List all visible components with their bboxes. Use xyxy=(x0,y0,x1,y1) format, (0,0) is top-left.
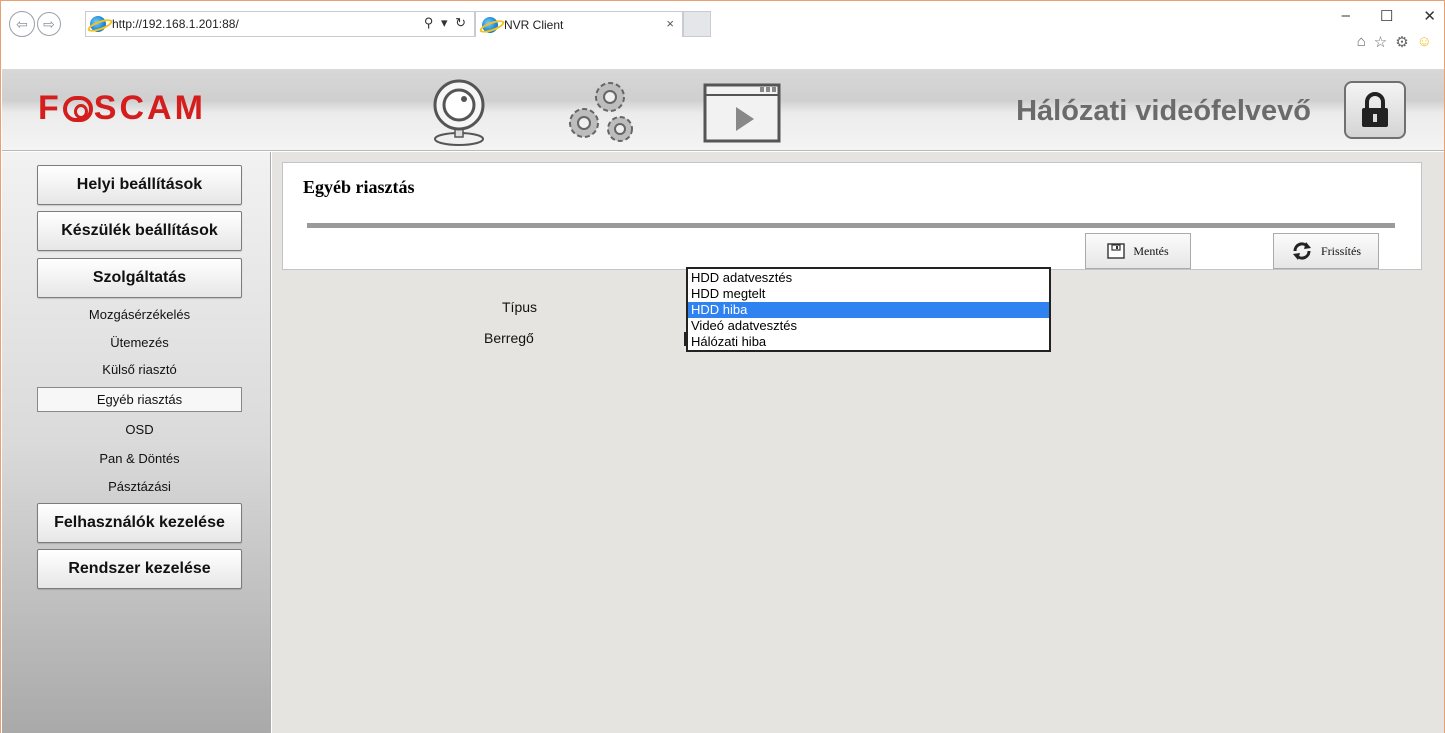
browser-toolbar: ⌂ ☆ ⚙ ☺ xyxy=(1357,33,1432,51)
sidebar-subitem-schedule[interactable]: Ütemezés xyxy=(37,330,242,355)
header-title: Hálózati videófelvevő xyxy=(1016,95,1311,127)
type-option-network-error[interactable]: Hálózati hiba xyxy=(688,334,1049,350)
sidebar-subitem-external-alarm[interactable]: Külső riasztó xyxy=(37,357,242,382)
refresh-button[interactable]: Frissítés xyxy=(1273,233,1379,269)
tab-close-icon[interactable]: × xyxy=(666,16,674,31)
forward-arrow-icon: ⇨ xyxy=(43,15,55,32)
logo-text-scam: SCAM xyxy=(93,89,206,127)
sidebar-subitem-osd[interactable]: OSD xyxy=(37,417,242,442)
back-button[interactable]: ⇦ xyxy=(9,11,35,37)
sidebar-subitem-pan-tilt[interactable]: Pan & Döntés xyxy=(37,446,242,471)
sidebar-subitem-other-alarm[interactable]: Egyéb riasztás xyxy=(37,387,242,412)
gears-icon[interactable] xyxy=(562,77,642,147)
forward-button[interactable]: ⇨ xyxy=(37,12,61,36)
sidebar: Helyi beállítások Készülék beállítások S… xyxy=(2,152,271,733)
camera-icon[interactable] xyxy=(427,77,491,147)
logo-text-f: F xyxy=(38,89,62,127)
search-refresh-icons[interactable]: ⚲ ▾ ↻ xyxy=(424,15,468,31)
window-controls: – ☐ ✕ xyxy=(1342,7,1436,25)
logout-lock-button[interactable] xyxy=(1344,81,1406,139)
browser-titlebar: ⇦ ⇨ http://192.168.1.201:88/ ⚲ ▾ ↻ NVR C… xyxy=(1,1,1444,69)
url-text[interactable]: http://192.168.1.201:88/ xyxy=(112,17,239,31)
sidebar-item-system-management[interactable]: Rendszer kezelése xyxy=(37,549,242,589)
tab-title: NVR Client xyxy=(504,17,564,32)
foscam-logo: F SCAM xyxy=(38,89,206,128)
back-arrow-icon: ⇦ xyxy=(16,15,28,32)
new-tab-button[interactable] xyxy=(683,11,711,37)
page-title: Egyéb riasztás xyxy=(303,177,415,197)
sidebar-subitem-patrol[interactable]: Pásztázási xyxy=(37,474,242,499)
minimize-icon[interactable]: – xyxy=(1342,7,1350,25)
save-label: Mentés xyxy=(1133,243,1169,258)
sidebar-item-device-settings[interactable]: Készülék beállítások xyxy=(37,211,242,251)
sidebar-item-service[interactable]: Szolgáltatás xyxy=(37,258,242,298)
type-dropdown-list[interactable]: HDD adatvesztés HDD megtelt HDD hiba Vid… xyxy=(686,267,1051,352)
title-divider xyxy=(307,223,1395,228)
sidebar-item-local-settings[interactable]: Helyi beállítások xyxy=(37,165,242,205)
settings-gear-icon[interactable]: ⚙ xyxy=(1395,33,1408,51)
refresh-icon xyxy=(1292,242,1311,260)
type-label: Típus xyxy=(502,299,538,315)
feedback-smiley-icon[interactable]: ☺ xyxy=(1417,33,1432,51)
type-option-hdd-error[interactable]: HDD hiba xyxy=(688,302,1049,318)
logo-o-mark xyxy=(62,96,93,122)
type-option-video-loss[interactable]: Videó adatvesztés xyxy=(688,318,1049,334)
type-option-hdd-full[interactable]: HDD megtelt xyxy=(688,286,1049,302)
app-header: F SCAM Hálózati videófelvevő xyxy=(2,69,1444,151)
browser-window: ⇦ ⇨ http://192.168.1.201:88/ ⚲ ▾ ↻ NVR C… xyxy=(0,0,1445,733)
playback-icon[interactable] xyxy=(702,77,782,147)
home-icon[interactable]: ⌂ xyxy=(1357,33,1366,51)
save-button[interactable]: Mentés xyxy=(1085,233,1191,269)
type-option-hdd-data-loss[interactable]: HDD adatvesztés xyxy=(688,270,1049,286)
sidebar-item-user-management[interactable]: Felhasználók kezelése xyxy=(37,503,242,543)
lock-icon xyxy=(1362,92,1388,127)
close-icon[interactable]: ✕ xyxy=(1423,7,1436,25)
sidebar-subitem-motion-detection[interactable]: Mozgásérzékelés xyxy=(37,302,242,327)
save-icon xyxy=(1107,243,1126,259)
ie-page-icon xyxy=(90,16,106,32)
ie-tab-icon xyxy=(482,16,498,33)
buzzer-label: Berregő xyxy=(484,330,534,346)
favorites-star-icon[interactable]: ☆ xyxy=(1374,33,1387,51)
tab-nvr-client[interactable]: NVR Client × xyxy=(475,11,683,37)
refresh-label: Frissítés xyxy=(1320,243,1361,258)
address-bar[interactable]: http://192.168.1.201:88/ ⚲ ▾ ↻ xyxy=(85,11,475,37)
main-content: Egyéb riasztás Mentés Frissítés Típus Be… xyxy=(272,152,1444,733)
maximize-icon[interactable]: ☐ xyxy=(1380,7,1393,25)
settings-panel: Egyéb riasztás Mentés Frissítés xyxy=(282,162,1422,270)
